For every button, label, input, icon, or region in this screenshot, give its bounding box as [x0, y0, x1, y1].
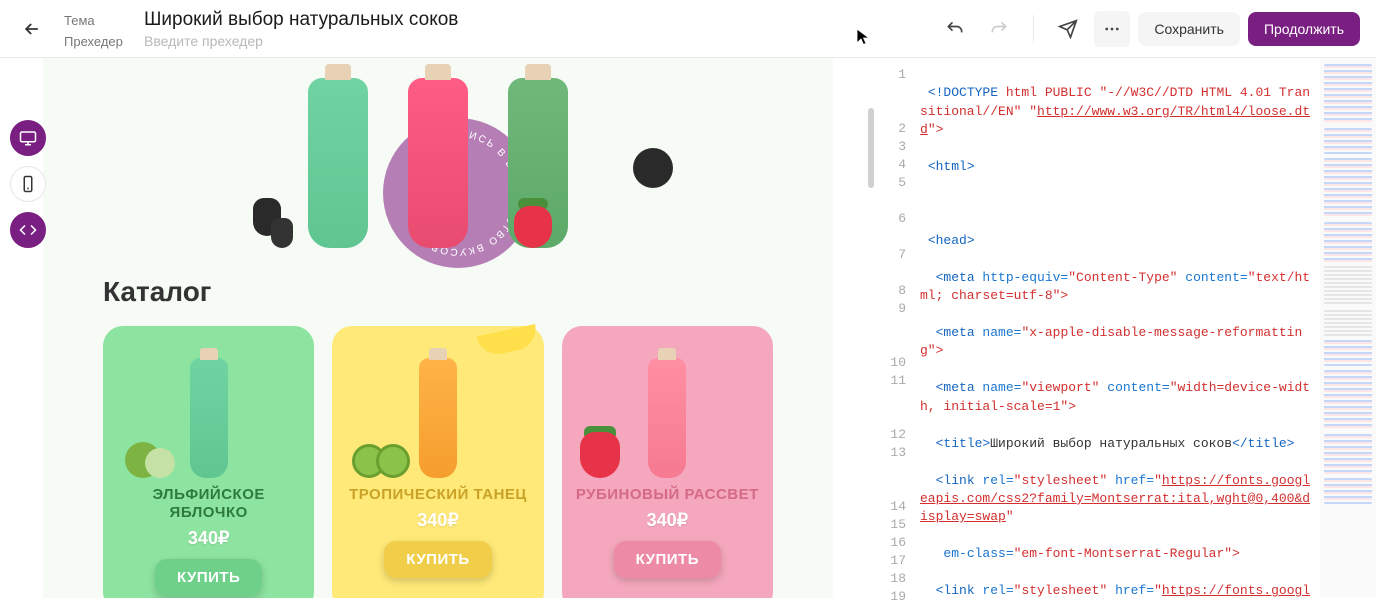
- desktop-view-button[interactable]: [10, 120, 46, 156]
- buy-button[interactable]: КУПИТЬ: [384, 541, 491, 578]
- theme-value[interactable]: Широкий выбор натуральных соков: [144, 9, 458, 31]
- preview-pane: ОКУНИСЬ В БЛАЖЕНСТВО ВКУСОВ Каталог: [0, 58, 876, 598]
- desktop-icon: [19, 129, 37, 147]
- buy-button[interactable]: КУПИТЬ: [614, 541, 721, 578]
- bottle-pink: [408, 78, 468, 248]
- send-button[interactable]: [1050, 11, 1086, 47]
- back-button[interactable]: [16, 13, 48, 45]
- bottle-green: [308, 78, 368, 248]
- header-fields: Тема Широкий выбор натуральных соков Пре…: [64, 9, 458, 49]
- product-card: ТРОПИЧЕСКИЙ ТАНЕЦ 340₽ КУПИТЬ: [332, 326, 543, 598]
- main-split: ОКУНИСЬ В БЛАЖЕНСТВО ВКУСОВ Каталог: [0, 58, 1376, 598]
- divider: [1033, 15, 1034, 43]
- email-canvas: ОКУНИСЬ В БЛАЖЕНСТВО ВКУСОВ Каталог: [43, 58, 833, 598]
- save-button[interactable]: Сохранить: [1138, 12, 1240, 46]
- code-minimap[interactable]: [1320, 58, 1376, 598]
- preheader-input[interactable]: Введите прехедер: [144, 33, 263, 49]
- code-body[interactable]: <!DOCTYPE html PUBLIC "-//W3C//DTD HTML …: [916, 58, 1320, 598]
- hero-section: ОКУНИСЬ В БЛАЖЕНСТВО ВКУСОВ: [103, 58, 773, 248]
- blackberry-right-decoration: [633, 148, 673, 188]
- device-rail: [10, 120, 46, 248]
- preview-scrollbar[interactable]: [868, 58, 874, 598]
- more-button[interactable]: [1094, 11, 1130, 47]
- catalog-title: Каталог: [103, 276, 773, 308]
- more-horizontal-icon: [1103, 20, 1121, 38]
- redo-button[interactable]: [981, 11, 1017, 47]
- undo-icon: [945, 19, 965, 39]
- product-image: [344, 338, 531, 478]
- strawberry-decoration: [508, 202, 558, 248]
- product-name: ЭЛЬФИЙСКОЕ ЯБЛОЧКО: [115, 486, 302, 522]
- product-price: 340₽: [344, 510, 531, 531]
- buy-button[interactable]: КУПИТЬ: [155, 559, 262, 596]
- preheader-label: Прехедер: [64, 34, 132, 49]
- code-icon: [19, 221, 37, 239]
- product-price: 340₽: [115, 528, 302, 549]
- code-gutter: 1 2 3 4 5 6 7 8 9 10 11 12 13 14 15 16 1…: [876, 58, 916, 598]
- continue-button[interactable]: Продолжить: [1248, 12, 1360, 46]
- product-card: РУБИНОВЫЙ РАССВЕТ 340₽ КУПИТЬ: [562, 326, 773, 598]
- product-image: [115, 338, 302, 478]
- mobile-icon: [19, 175, 37, 193]
- theme-label: Тема: [64, 13, 132, 28]
- code-view-button[interactable]: [10, 212, 46, 248]
- product-price: 340₽: [574, 510, 761, 531]
- product-name: ТРОПИЧЕСКИЙ ТАНЕЦ: [344, 486, 531, 504]
- product-image: [574, 338, 761, 478]
- product-name: РУБИНОВЫЙ РАССВЕТ: [574, 486, 761, 504]
- send-icon: [1058, 19, 1078, 39]
- product-grid: ЭЛЬФИЙСКОЕ ЯБЛОЧКО 340₽ КУПИТЬ ТРОПИЧЕСК…: [103, 326, 773, 598]
- blackberry-decoration: [253, 198, 313, 248]
- toolbar-actions: Сохранить Продолжить: [937, 11, 1360, 47]
- mobile-view-button[interactable]: [10, 166, 46, 202]
- undo-button[interactable]: [937, 11, 973, 47]
- code-pane: 1 2 3 4 5 6 7 8 9 10 11 12 13 14 15 16 1…: [876, 58, 1376, 598]
- product-card: ЭЛЬФИЙСКОЕ ЯБЛОЧКО 340₽ КУПИТЬ: [103, 326, 314, 598]
- redo-icon: [989, 19, 1009, 39]
- arrow-left-icon: [22, 19, 42, 39]
- top-bar: Тема Широкий выбор натуральных соков Пре…: [0, 0, 1376, 58]
